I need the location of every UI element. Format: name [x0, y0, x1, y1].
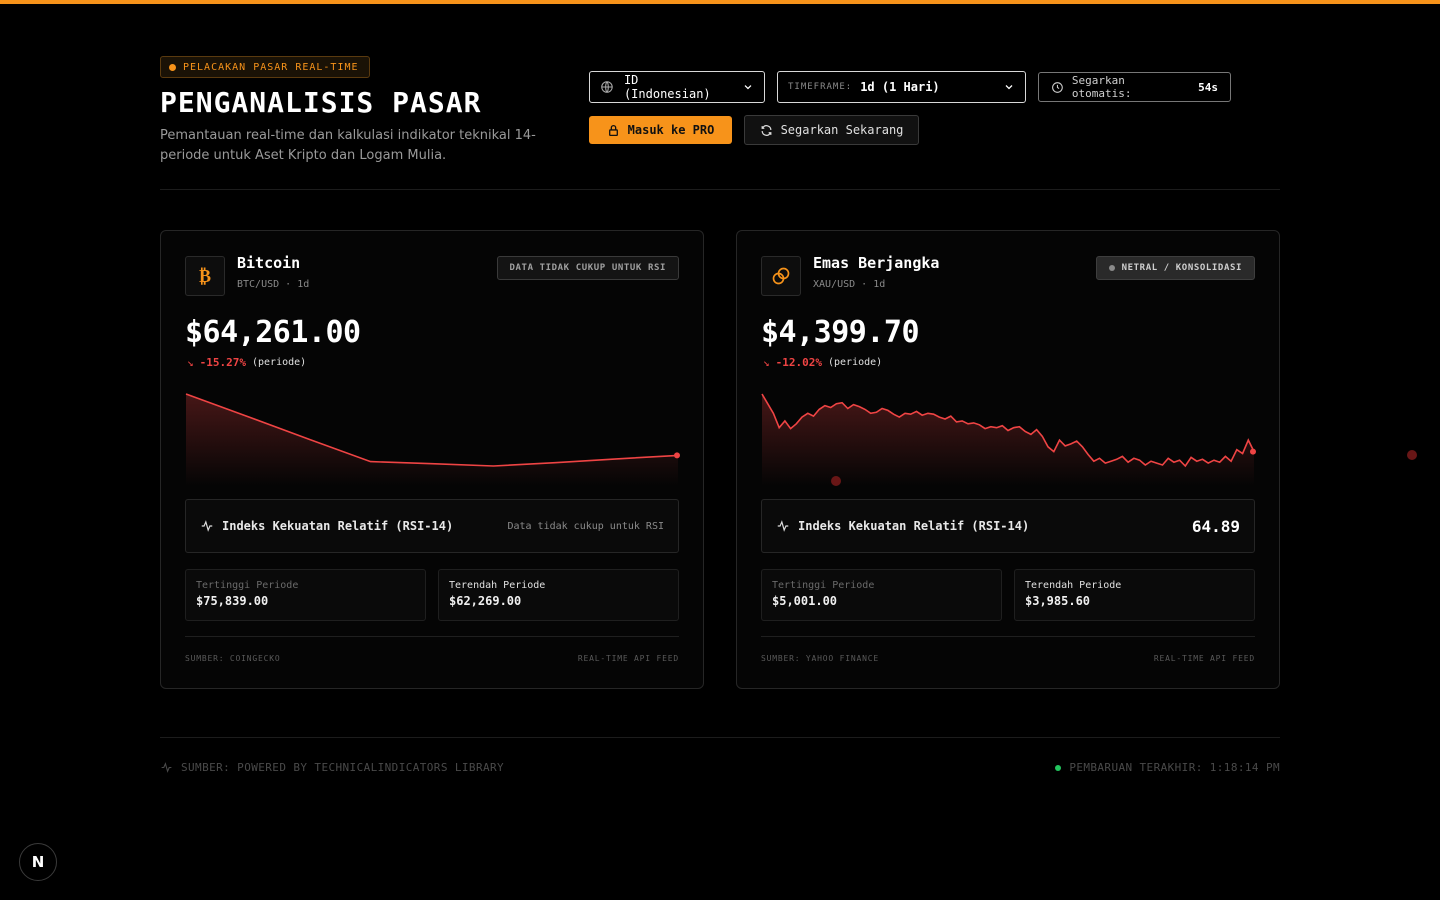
live-dot-icon: [169, 63, 176, 71]
gold-coins-icon: [761, 256, 801, 296]
asset-pair: XAU/USD · 1d: [813, 279, 886, 290]
live-tracking-label: PELACAKAN PASAR REAL-TIME: [183, 61, 359, 73]
asset-card-gold: Emas Berjangka XAU/USD · 1d NETRAL / KON…: [736, 230, 1280, 689]
asset-price: $64,261.00: [185, 315, 361, 350]
last-update-label: PEMBARUAN TERAKHIR: 1:18:14 PM: [1069, 761, 1280, 774]
price-sparkline: [761, 393, 1256, 486]
period-high-label: Tertinggi Periode: [772, 580, 875, 591]
rsi-panel: Indeks Kekuatan Relatif (RSI-14) Data ti…: [185, 499, 679, 553]
sparkline-last-point: [1250, 448, 1256, 455]
period-high: Tertinggi Periode $75,839.00: [185, 569, 426, 621]
auto-refresh-label: Segarkan otomatis:: [1071, 74, 1132, 100]
status-dot-icon: [1108, 265, 1115, 271]
sparkline-area: [762, 394, 1254, 486]
page-subtitle: Pemantauan real-time dan kalkulasi indik…: [160, 128, 536, 163]
rsi-note: Data tidak cukup untuk RSI: [507, 520, 664, 532]
feed-type: REAL-TIME API FEED: [577, 654, 679, 663]
auto-refresh-indicator: Segarkan otomatis: 54s: [1038, 72, 1231, 102]
period-high-value: $75,839.00: [196, 594, 269, 608]
bitcoin-icon: ₿: [185, 256, 225, 296]
activity-icon: [161, 762, 172, 773]
sparkline-last-point: [674, 452, 680, 459]
globe-icon: [601, 81, 613, 93]
period-low-label: Terendah Periode: [449, 580, 546, 591]
footer-last-update: PEMBARUAN TERAKHIR: 1:18:14 PM: [1055, 761, 1280, 774]
feed-type: REAL-TIME API FEED: [1153, 654, 1255, 663]
status-badge: DATA TIDAK CUKUP UNTUK RSI: [496, 256, 679, 280]
pro-login-label: Masuk ke PRO: [627, 123, 715, 137]
language-value: ID (Indonesian): [623, 73, 711, 101]
period-low-value: $62,269.00: [449, 594, 522, 608]
live-tracking-badge: PELACAKAN PASAR REAL-TIME: [160, 56, 370, 78]
page-header: PELACAKAN PASAR REAL-TIME PENGANALISIS P…: [160, 56, 1280, 190]
lock-icon: [608, 124, 618, 136]
status-badge: NETRAL / KONSOLIDASI: [1095, 256, 1255, 280]
period-high-label: Tertinggi Periode: [196, 580, 299, 591]
activity-icon: [777, 520, 789, 532]
asset-price: $4,399.70: [761, 315, 920, 350]
timeframe-select[interactable]: TIMEFRAME: 1d (1 Hari): [777, 71, 1026, 103]
clock-icon: [1052, 81, 1063, 93]
asset-name: Emas Berjangka: [813, 254, 940, 272]
pro-login-button[interactable]: Masuk ke PRO: [589, 116, 732, 144]
chevron-down-icon: [1005, 85, 1013, 90]
sparkline-area: [186, 394, 678, 486]
rsi-panel: Indeks Kekuatan Relatif (RSI-14) 64.89: [761, 499, 1255, 553]
footer-source: SUMBER: POWERED BY TECHNICALINDICATORS L…: [160, 761, 504, 774]
auto-refresh-countdown: 54s: [1198, 80, 1218, 94]
card-footer: SUMBER: COINGECKO REAL-TIME API FEED: [185, 636, 679, 676]
status-label: DATA TIDAK CUKUP UNTUK RSI: [509, 263, 666, 273]
change-period: (periode): [827, 357, 883, 368]
decorative-dot: [831, 476, 841, 486]
status-label: NETRAL / KONSOLIDASI: [1121, 263, 1242, 273]
rsi-value: 64.89: [1191, 516, 1240, 536]
page-footer: SUMBER: POWERED BY TECHNICALINDICATORS L…: [160, 737, 1280, 797]
data-source: SUMBER: YAHOO FINANCE: [761, 654, 879, 663]
footer-source-label: SUMBER: POWERED BY TECHNICALINDICATORS L…: [181, 761, 505, 774]
asset-card-bitcoin: ₿ Bitcoin BTC/USD · 1d DATA TIDAK CUKUP …: [160, 230, 704, 689]
change-percent: -15.27%: [199, 356, 246, 369]
trend-down-icon: ↘: [763, 356, 770, 369]
activity-icon: [201, 520, 213, 532]
chevron-down-icon: [744, 85, 752, 90]
price-change: ↘ -12.02% (periode): [763, 356, 882, 369]
asset-pair: BTC/USD · 1d: [237, 279, 310, 290]
trend-down-icon: ↘: [187, 356, 194, 369]
change-percent: -12.02%: [775, 356, 822, 369]
asset-name: Bitcoin: [237, 254, 301, 272]
rsi-label: Indeks Kekuatan Relatif (RSI-14): [798, 519, 1030, 533]
dev-tools-button[interactable]: N: [19, 843, 57, 881]
language-select[interactable]: ID (Indonesian): [589, 71, 765, 103]
page-title: PENGANALISIS PASAR: [160, 86, 482, 119]
period-low-label: Terendah Periode: [1025, 580, 1122, 591]
rsi-label: Indeks Kekuatan Relatif (RSI-14): [222, 519, 454, 533]
refresh-icon: [761, 124, 772, 136]
timeframe-label: TIMEFRAME:: [788, 82, 853, 92]
period-low-value: $3,985.60: [1025, 594, 1091, 608]
decorative-dot: [1407, 450, 1417, 460]
change-period: (periode): [251, 357, 307, 368]
live-status-icon: [1055, 764, 1062, 771]
refresh-now-button[interactable]: Segarkan Sekarang: [744, 115, 919, 145]
period-high: Tertinggi Periode $5,001.00: [761, 569, 1002, 621]
period-high-value: $5,001.00: [772, 594, 838, 608]
timeframe-value: 1d (1 Hari): [860, 80, 940, 94]
refresh-now-label: Segarkan Sekarang: [780, 123, 904, 137]
data-source: SUMBER: COINGECKO: [185, 654, 281, 663]
top-accent-bar: [0, 0, 1440, 4]
price-sparkline: [185, 393, 680, 486]
card-footer: SUMBER: YAHOO FINANCE REAL-TIME API FEED: [761, 636, 1255, 676]
price-change: ↘ -15.27% (periode): [187, 356, 306, 369]
period-low: Terendah Periode $3,985.60: [1014, 569, 1255, 621]
period-low: Terendah Periode $62,269.00: [438, 569, 679, 621]
